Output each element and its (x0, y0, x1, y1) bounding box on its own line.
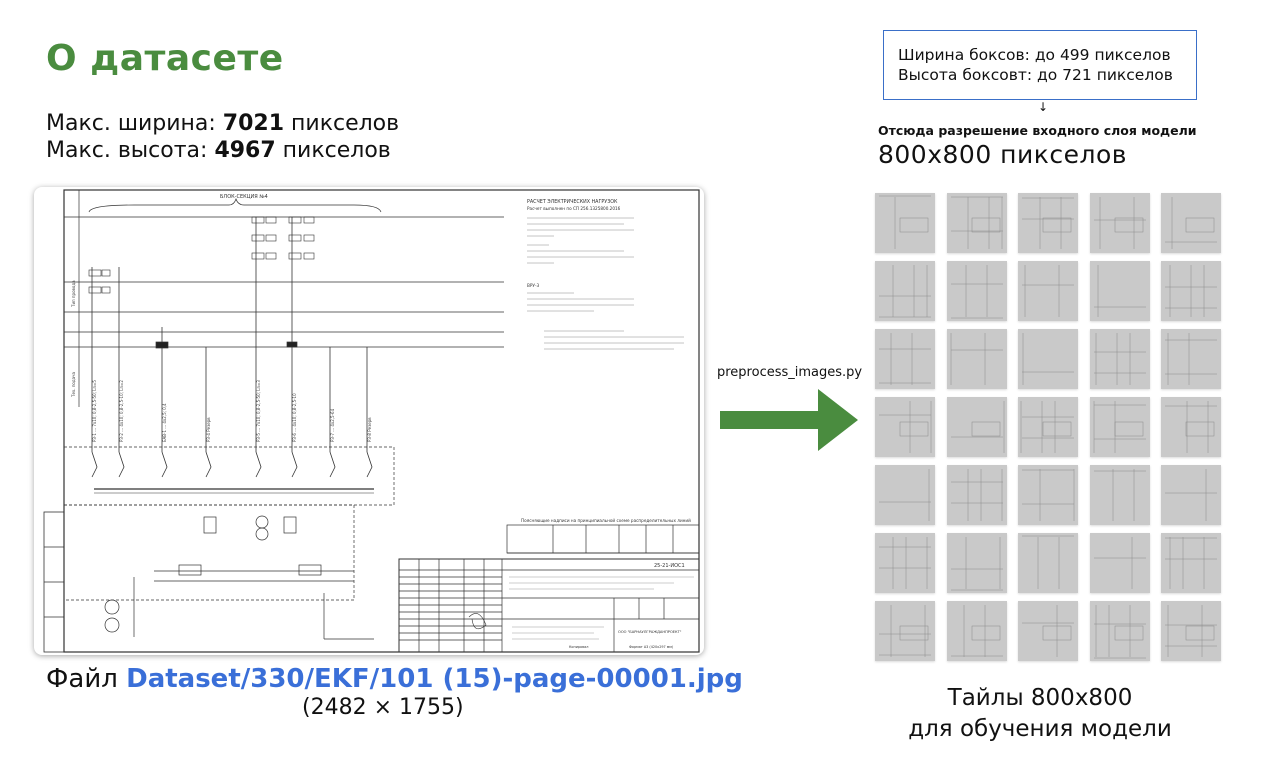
dataset-stats: Макс. ширина: 7021 пикселов Макс. высота… (46, 110, 399, 164)
schematic-document-image: БЛОК-СЕКЦИЯ №4 РЗ-1 ... 7х10; 0,8-2,5-50… (34, 187, 704, 655)
image-tile (875, 261, 935, 321)
image-tile (1090, 397, 1150, 457)
image-tile (1018, 465, 1078, 525)
stamp-code: 25-21-ИОС1 (654, 563, 685, 569)
image-tile (1018, 329, 1078, 389)
svg-text:РЗ-1 ... 7х10; 0,8-2,5-50; Ln=: РЗ-1 ... 7х10; 0,8-2,5-50; Ln=5 (92, 380, 97, 442)
image-tile (1018, 193, 1078, 253)
box-height-line: Высота боксовт: до 721 пикселов (898, 66, 1173, 84)
svg-text:Тех. подача: Тех. подача (71, 372, 76, 398)
svg-text:ЕАВ-1 ... 4x2,5; 0,4: ЕАВ-1 ... 4x2,5; 0,4 (162, 403, 167, 442)
file-path: Dataset/330/EKF/101 (15)-page-00001.jpg (126, 664, 743, 694)
image-tile (1018, 397, 1078, 457)
svg-text:Тип провода: Тип провода (71, 280, 76, 308)
image-tile (1161, 601, 1221, 661)
tile-grid (875, 193, 1225, 663)
image-tile (875, 601, 935, 661)
calc-title: РАСЧЕТ ЭЛЕКТРИЧЕСКИХ НАГРУЗОК (527, 199, 618, 205)
image-tile (1090, 533, 1150, 593)
image-tile (947, 533, 1007, 593)
max-width-value: 7021 (222, 111, 285, 136)
image-tile (1018, 533, 1078, 593)
image-tile (875, 193, 935, 253)
resolution-label: Отсюда разрешение входного слоя модели (878, 123, 1197, 138)
page-title: О датасете (46, 38, 284, 79)
stamp-org: ООО "БАРНАУЛГРАЖДАНПРОЕКТ" (618, 630, 682, 634)
image-tile (947, 193, 1007, 253)
image-tile (1018, 261, 1078, 321)
svg-text:РЗ-7 ... 4x2,5-64: РЗ-7 ... 4x2,5-64 (330, 408, 335, 442)
image-tile (1161, 533, 1221, 593)
svg-text:РЗ-6 ... 4х10; 0,8-2,5-10: РЗ-6 ... 4х10; 0,8-2,5-10 (292, 393, 297, 442)
image-tile (947, 397, 1007, 457)
svg-text:РЗ-5 ... 7х10; 0,8-2,5-50; Ln=: РЗ-5 ... 7х10; 0,8-2,5-50; Ln=3 (256, 380, 261, 442)
vru-label: ВРУ-3 (527, 283, 539, 288)
max-width-line: Макс. ширина: 7021 пикселов (46, 111, 400, 136)
tiles-caption: Тайлы 800x800 для обучения модели (870, 683, 1210, 745)
stamp-format: Формат А3 (420х297 мм) (629, 645, 674, 649)
right-arrow-icon (720, 389, 858, 451)
resolution-value: 800x800 пикселов (878, 140, 1128, 169)
image-tile (1161, 329, 1221, 389)
tiles-caption-line2: для обучения модели (908, 716, 1172, 742)
down-arrow-icon: ↓ (1038, 100, 1049, 114)
image-tile (1161, 465, 1221, 525)
image-tile (1090, 601, 1150, 661)
image-tile (1090, 329, 1150, 389)
image-tile (875, 329, 935, 389)
svg-text:РЗ-4 Резерв: РЗ-4 Резерв (206, 417, 211, 442)
script-name: preprocess_images.py (717, 365, 863, 380)
max-height-line: Макс. высота: 4967 пикселов (46, 138, 391, 163)
image-tile (1018, 601, 1078, 661)
box-width-line: Ширина боксов: до 499 пикселов (898, 46, 1171, 64)
tiles-caption-line1: Тайлы 800x800 (947, 685, 1133, 711)
image-tile (1090, 193, 1150, 253)
image-tile (1090, 261, 1150, 321)
calc-subtitle: Расчет выполнен по СП 256.1325800.2016 (527, 206, 621, 211)
svg-text:РЗ-2 ... 4х10; 0,8-2,5-10; Ln=: РЗ-2 ... 4х10; 0,8-2,5-10; Ln=2 (119, 380, 124, 442)
block-section-label: БЛОК-СЕКЦИЯ №4 (220, 194, 268, 200)
image-tile (947, 261, 1007, 321)
image-tile (1090, 465, 1150, 525)
image-tile (1161, 193, 1221, 253)
image-tile (947, 329, 1007, 389)
image-tile (1161, 397, 1221, 457)
image-tile (875, 465, 935, 525)
box-size-info: Ширина боксов: до 499 пикселов Высота бо… (883, 30, 1197, 100)
image-tile (947, 465, 1007, 525)
max-height-value: 4967 (214, 138, 276, 163)
svg-text:РЗ-8 Резерв: РЗ-8 Резерв (367, 417, 372, 442)
image-tile (1161, 261, 1221, 321)
legend-title: Поясняющие надписи на принципиальной схе… (521, 518, 691, 523)
image-dimensions: (2482 × 1755) (302, 695, 464, 720)
image-tile (875, 533, 935, 593)
image-tile (875, 397, 935, 457)
image-tile (947, 601, 1007, 661)
stamp-copied: Копировал (569, 645, 588, 649)
file-name-line: Файл Dataset/330/EKF/101 (15)-page-00001… (46, 664, 743, 694)
